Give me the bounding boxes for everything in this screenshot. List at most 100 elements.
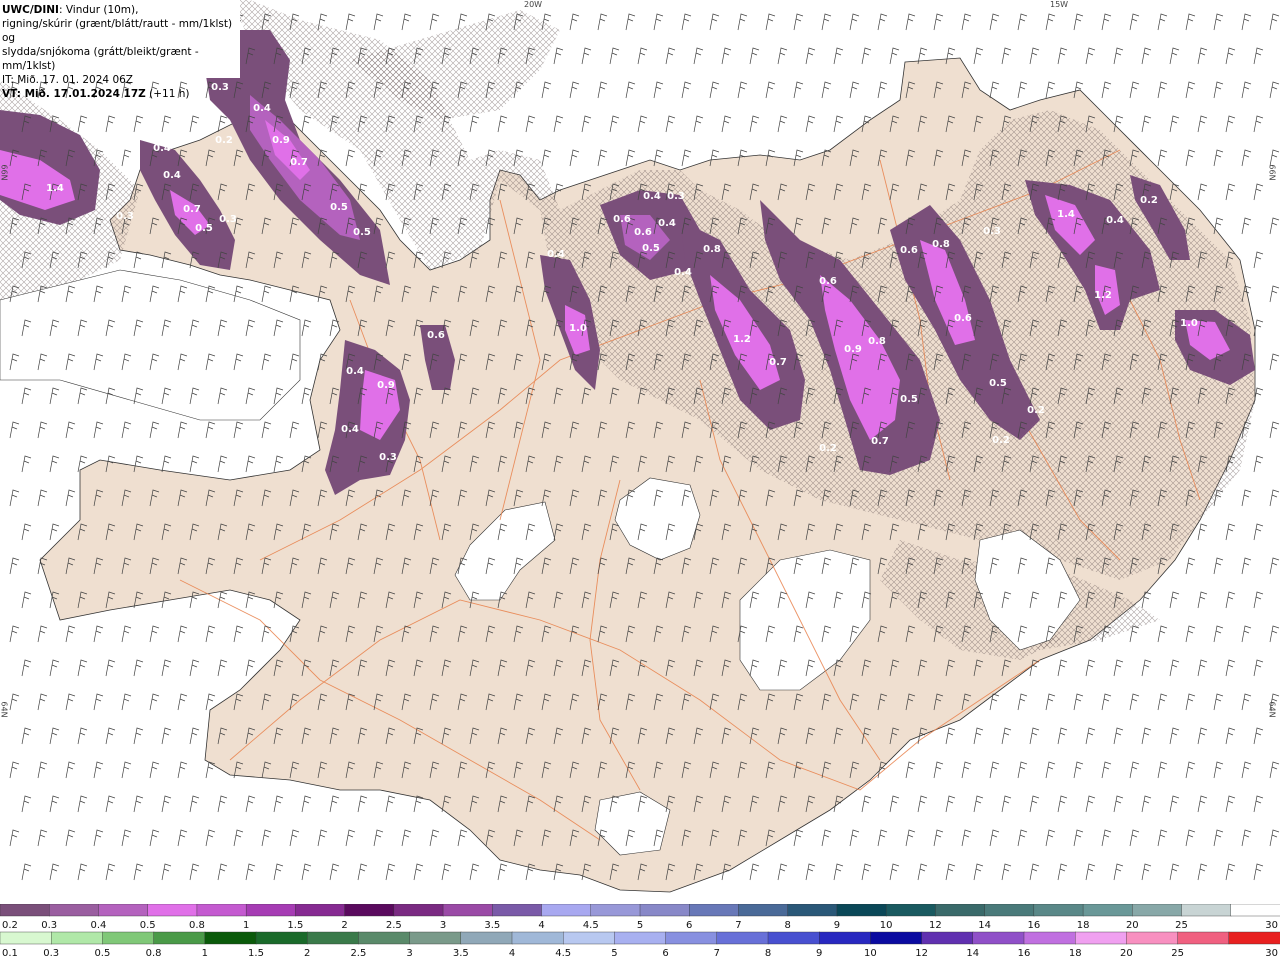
legend-swatch — [204, 931, 257, 945]
precip-value-label: 0.7 — [183, 204, 201, 215]
legend-swatch — [1181, 904, 1232, 917]
legend-swatch — [787, 904, 838, 917]
precip-value-label: 0.9 — [272, 135, 290, 146]
legend-label: 3 — [440, 920, 446, 931]
legend-swatch — [767, 931, 820, 945]
longitude-label-20w: 20W — [524, 0, 543, 9]
legend-swatch — [836, 904, 887, 917]
legend-label: 0.5 — [94, 948, 110, 959]
legend-swatch — [639, 904, 690, 917]
precip-value-label: 0.8 — [932, 239, 950, 250]
legend-swatch — [665, 931, 718, 945]
legend-label: 25 — [1175, 920, 1188, 931]
legend-label: 2.5 — [386, 920, 402, 931]
precip-value-label: 0.9 — [377, 380, 395, 391]
precipitation-legend: 0.2 0.3 0.4 0.5 0.8 1 1.5 2 2.5 3 3.5 4 4.5 5 6 7 8 9 10 12… — [0, 904, 1280, 960]
legend-label: 18 — [1069, 948, 1082, 959]
legend-swatch — [307, 931, 360, 945]
legend-label: 8 — [785, 920, 791, 931]
snow-legend: 0.2 0.3 0.4 0.5 0.8 1 1.5 2 2.5 3 3.5 4 4.5 5 6 7 8 9 10 12… — [0, 904, 1280, 931]
legend-swatch — [295, 904, 346, 917]
legend-swatch — [921, 931, 974, 945]
legend-label: 16 — [1027, 920, 1040, 931]
precip-value-label: 0.3 — [667, 191, 685, 202]
issue-time: IT: Mið. 17. 01. 2024 06Z — [2, 74, 133, 86]
legend-swatch — [196, 904, 247, 917]
precip-value-label: 0.2 — [1140, 195, 1158, 206]
precip-value-label: 0.6 — [954, 313, 972, 324]
precip-value-label: 0.4 — [253, 103, 271, 114]
precip-value-label: 1.2 — [733, 334, 751, 345]
precip-value-label: 0.4 — [346, 366, 364, 377]
valid-time: VT: Mið. 17.01.2024 17Z — [2, 88, 146, 100]
legend-label: 1 — [202, 948, 208, 959]
legend-swatch — [1023, 931, 1076, 945]
precip-value-label: 0.7 — [290, 157, 308, 168]
legend-label: 2 — [304, 948, 310, 959]
precip-value-label: 0.4 — [163, 170, 181, 181]
precip-value-label: 0.4 — [1106, 215, 1124, 226]
legend-swatch — [393, 904, 444, 917]
legend-label: 5 — [611, 948, 617, 959]
legend-label: 3 — [406, 948, 412, 959]
legend-swatch — [563, 931, 616, 945]
legend-label: 20 — [1126, 920, 1139, 931]
legend-swatch — [738, 904, 789, 917]
legend-label: 16 — [1018, 948, 1031, 959]
legend-label: 4 — [538, 920, 544, 931]
legend-label: 0.8 — [189, 920, 205, 931]
latitude-label-64n-left: 64N — [0, 701, 9, 718]
legend-swatch — [870, 931, 923, 945]
precip-value-label: 1.2 — [1094, 290, 1112, 301]
legend-label: 0.3 — [41, 920, 57, 931]
legend-label: 9 — [834, 920, 840, 931]
precip-value-label: 0.5 — [195, 223, 213, 234]
legend-swatch — [1082, 904, 1134, 917]
precip-value-label: 0.2 — [992, 435, 1010, 446]
legend-label: 1.5 — [248, 948, 264, 959]
legend-label: 30 — [1265, 948, 1278, 959]
precip-value-label: 0.2 — [1027, 405, 1045, 416]
precip-value-label: 1.4 — [46, 183, 64, 194]
legend-label: 4.5 — [555, 948, 571, 959]
legend-swatch — [460, 931, 513, 945]
longitude-label-15w: 15W — [1050, 0, 1069, 9]
legend-swatch — [885, 904, 937, 917]
legend-label: 0.4 — [91, 920, 107, 931]
precip-value-label: 0.3 — [983, 226, 1001, 237]
legend-swatch — [492, 904, 543, 917]
legend-swatch — [689, 904, 740, 917]
legend-swatch — [1126, 931, 1179, 945]
legend-swatch — [153, 931, 206, 945]
precip-value-label: 1.0 — [1180, 318, 1198, 329]
legend-label: 1.5 — [287, 920, 303, 931]
legend-swatch — [984, 904, 1035, 917]
legend-swatch — [409, 931, 462, 945]
legend-label: 20 — [1120, 948, 1133, 959]
legend-label: 9 — [816, 948, 822, 959]
legend-label: 3.5 — [453, 948, 469, 959]
precip-value-label: 0.4 — [153, 143, 171, 154]
legend-label: 0.1 — [2, 948, 18, 959]
legend-label: 0.2 — [2, 920, 18, 931]
precip-value-label: 0.6 — [634, 227, 652, 238]
rain-legend: 0.1 0.3 0.5 0.8 1 1.5 2 2.5 3 3.5 4 4.5 5 6 7 8 9 10 12 14 1… — [0, 931, 1280, 959]
precip-value-label: 0.8 — [868, 336, 886, 347]
legend-label: 25 — [1171, 948, 1184, 959]
legend-swatch — [49, 904, 100, 917]
legend-swatch — [590, 904, 641, 917]
legend-label: 18 — [1077, 920, 1090, 931]
legend-swatch — [1033, 904, 1084, 917]
title-line: UWC/DINI: Vindur (10m), — [2, 3, 238, 17]
legend-swatch — [716, 931, 769, 945]
legend-label: 10 — [864, 948, 877, 959]
legend-label: 8 — [765, 948, 771, 959]
latitude-label-66n-left: 66N — [0, 164, 9, 181]
precip-value-label: 0.4 — [547, 249, 565, 260]
precip-value-label: 0.8 — [703, 244, 721, 255]
precip-value-label: 0.2 — [819, 443, 837, 454]
precip-value-label: 0.7 — [871, 436, 889, 447]
precip-value-label: 0.3 — [116, 211, 134, 222]
precip-value-label: 0.9 — [844, 344, 862, 355]
legend-label: 12 — [929, 920, 942, 931]
